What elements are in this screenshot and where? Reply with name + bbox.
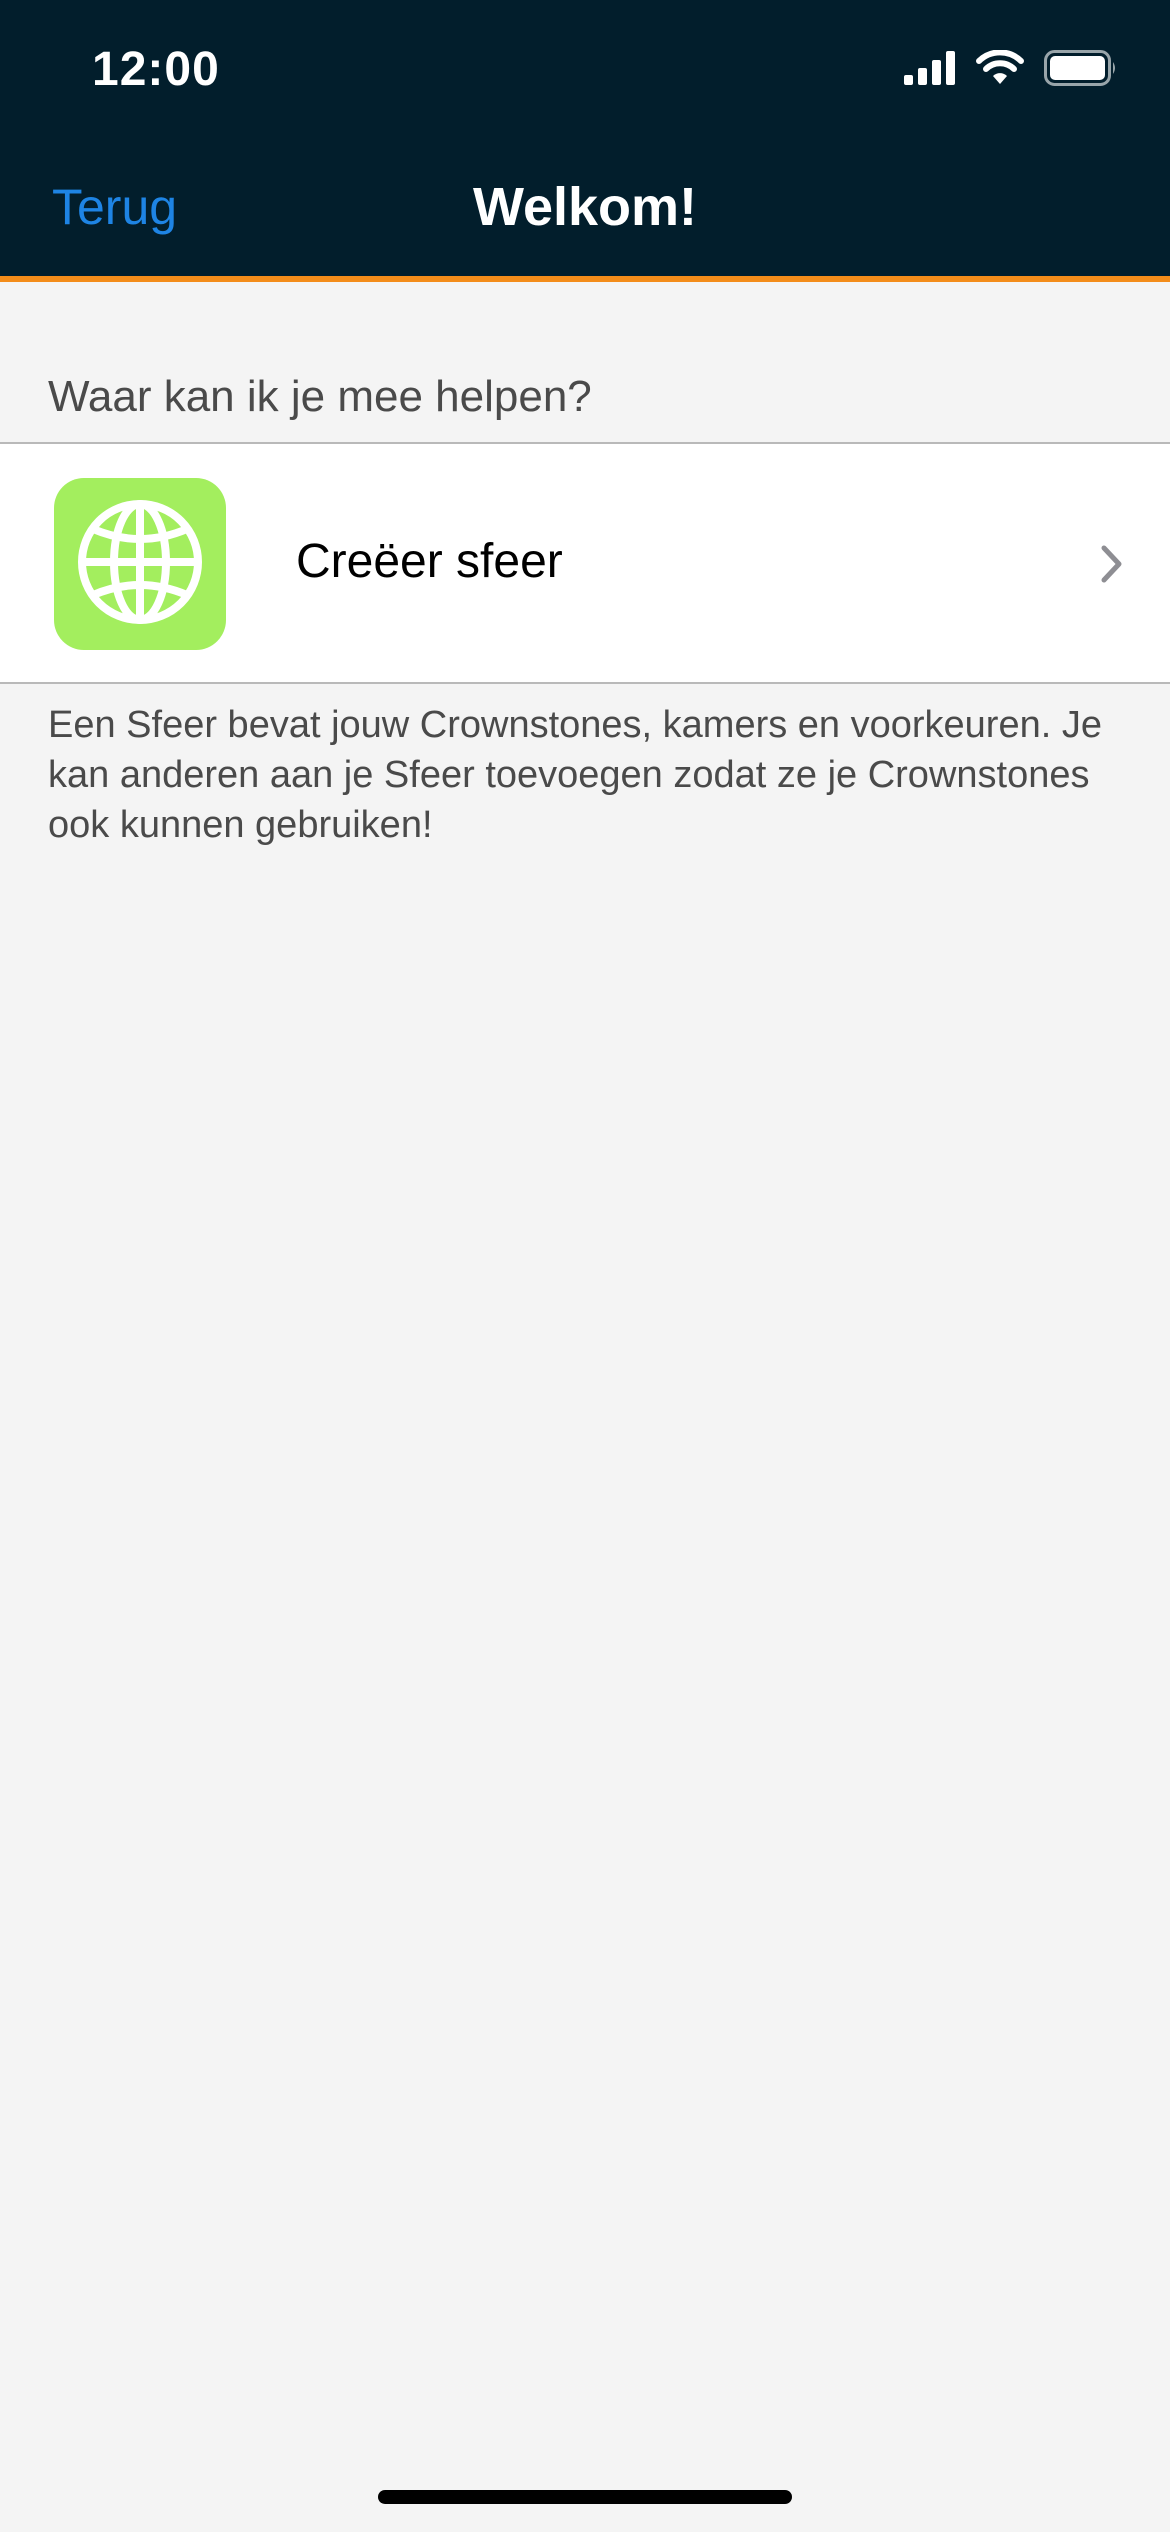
signal-icon [904,51,956,90]
page-title: Welkom! [472,177,698,237]
home-indicator[interactable] [378,2490,792,2504]
status-time: 12:00 [92,43,220,96]
navigation-bar: Terug Welkom! [0,140,1170,276]
wifi-icon [976,49,1024,91]
row-icon-tile [54,478,226,650]
chevron-right-icon [1100,544,1124,589]
nav-accent-line [0,276,1170,282]
battery-icon [1044,50,1118,91]
globe-icon [75,497,205,632]
status-icons [904,49,1118,91]
section-footer: Een Sfeer bevat jouw Crownstones, kamers… [48,704,1102,846]
section-header: Waar kan ik je mee helpen? [48,372,592,421]
row-label: Creëer sfeer [296,535,563,588]
create-sphere-row[interactable]: Creëer sfeer [0,442,1170,684]
status-bar: 12:00 [0,0,1170,140]
